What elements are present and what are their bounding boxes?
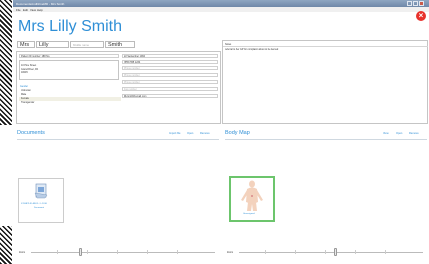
menu-edit[interactable]: Edit — [23, 8, 28, 12]
title-field[interactable]: Mrs — [17, 41, 35, 48]
minimize-button[interactable] — [407, 1, 412, 6]
mobile-field[interactable]: Phone number — [122, 66, 218, 70]
email-field[interactable]: lillysmith@email.com — [122, 94, 218, 98]
hatch-edge-bottom — [0, 226, 12, 264]
title-bar: DocumentsAndDriveMD - Mrs Smith — [13, 0, 429, 7]
zoom-tick — [87, 250, 88, 254]
phone-field[interactable]: (555) 555 1234 — [122, 60, 218, 64]
documents-zoom-track[interactable] — [31, 252, 215, 253]
documents-title: Documents — [17, 130, 45, 136]
menu-bar: File Edit View Help — [13, 7, 429, 12]
window-title: DocumentsAndDriveMD - Mrs Smith — [16, 1, 65, 6]
document-name: ST-BBTI-ID-RECL-1 -2016 — [21, 203, 47, 205]
zoom-tick — [385, 250, 386, 254]
mobile2-field[interactable]: Phone number — [122, 73, 218, 77]
body-map-item-label: Unassigned — [243, 213, 255, 215]
zoom-tick — [295, 250, 296, 254]
notes-divider — [223, 46, 428, 47]
body-map-zoom-handle[interactable] — [334, 248, 337, 256]
document-type: Document — [34, 207, 44, 209]
patient-id-field[interactable]: Patient ID number: 188 No. — [19, 54, 119, 58]
body-diagram-icon — [241, 180, 263, 211]
gender-option-transgender[interactable]: Transgender — [19, 101, 121, 105]
documents-remove-link[interactable]: Remove — [200, 132, 210, 135]
patient-name-heading: Mrs Lilly Smith — [18, 18, 123, 35]
gender-list: Unknown Male Female Transgender — [19, 89, 121, 107]
documents-zoom-slider[interactable]: Zoom — [17, 247, 217, 257]
app-window: DocumentsAndDriveMD - Mrs Smith File Edi… — [13, 0, 429, 264]
fax-field[interactable]: Fax number — [122, 87, 218, 91]
menu-help[interactable]: Help — [37, 8, 43, 12]
patient-details-panel: Patient ID number: 188 No. 10 Pine Stree… — [16, 51, 221, 124]
first-name-field[interactable]: Lilly — [36, 41, 69, 48]
address-box[interactable]: 10 Pine Street Grand River, PA 18245 — [19, 60, 119, 80]
import-file-link[interactable]: Import file — [169, 132, 180, 135]
notes-text[interactable]: referral to her GP for complaint about t… — [225, 48, 278, 51]
body-map-zoom-slider[interactable]: Zoom — [225, 247, 425, 257]
body-map-remove-link[interactable]: Remove — [409, 132, 419, 135]
body-map-item[interactable]: Unassigned — [229, 176, 275, 222]
zoom-tick — [177, 250, 178, 254]
document-item[interactable]: ST-BBTI-ID-RECL-1 -2016 Document — [18, 178, 64, 223]
documents-zoom-label: Zoom — [19, 250, 26, 254]
gender-label: Gender — [20, 85, 28, 88]
window-close-button[interactable] — [419, 1, 424, 6]
zoom-tick — [265, 250, 266, 254]
document-icon — [34, 183, 48, 199]
body-map-divider — [225, 139, 427, 140]
middle-name-field[interactable]: Middle name — [70, 41, 104, 48]
menu-file[interactable]: File — [16, 8, 21, 12]
last-name-field[interactable]: Smith — [105, 41, 135, 48]
documents-zoom-handle[interactable] — [79, 248, 82, 256]
body-map-title: Body Map — [225, 130, 250, 136]
dob-field[interactable]: 22 September 1964 — [122, 54, 218, 58]
documents-open-link[interactable]: Open — [187, 132, 193, 135]
body-map-open-link[interactable]: Open — [396, 132, 402, 135]
zoom-tick — [57, 250, 58, 254]
body-map-view-link[interactable]: View — [383, 132, 389, 135]
body-map-zoom-track[interactable] — [239, 252, 423, 253]
address-line-3: 18245 — [21, 71, 28, 74]
maximize-button[interactable] — [413, 1, 418, 6]
work-phone-field[interactable]: Phone number — [122, 80, 218, 84]
hatch-edge-top — [0, 0, 12, 125]
zoom-tick — [147, 250, 148, 254]
close-record-icon[interactable]: × — [416, 11, 426, 21]
notes-panel: Notes referral to her GP for complaint a… — [222, 40, 428, 124]
zoom-tick — [325, 250, 326, 254]
zoom-tick — [117, 250, 118, 254]
body-map-zoom-label: Zoom — [227, 250, 234, 254]
documents-divider — [17, 139, 219, 140]
zoom-tick — [355, 250, 356, 254]
menu-view[interactable]: View — [30, 8, 36, 12]
